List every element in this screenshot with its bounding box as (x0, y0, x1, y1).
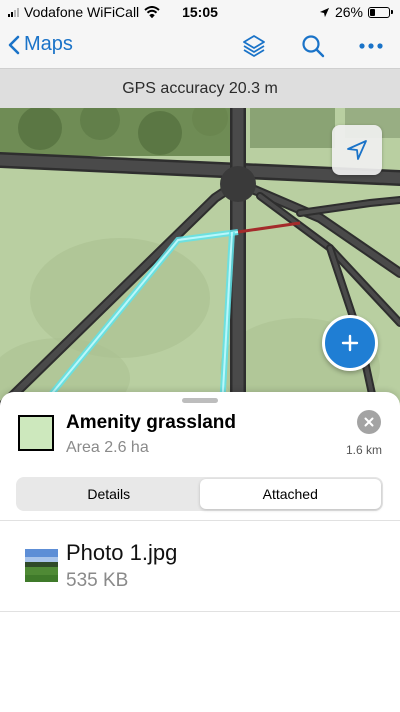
battery-icon (368, 6, 393, 18)
battery-percent: 26% (334, 4, 363, 20)
photo-thumbnail (25, 549, 58, 582)
gps-accuracy-banner: GPS accuracy 20.3 m (0, 68, 400, 108)
attachment-file-size: 535 KB (66, 570, 129, 591)
tab-attached[interactable]: Attached (199, 479, 381, 509)
navigation-bar: Maps (0, 24, 400, 68)
layers-button[interactable] (240, 32, 268, 60)
feature-sheet: Amenity grassland Area 2.6 ha 1.6 km Det… (0, 392, 400, 712)
close-button[interactable] (357, 410, 381, 434)
feature-distance: 1.6 km (345, 443, 382, 457)
more-icon (359, 43, 383, 49)
feature-area: Area 2.6 ha (66, 439, 149, 456)
close-icon (364, 417, 374, 427)
chevron-left-icon (8, 35, 20, 54)
sheet-grabber-handle[interactable] (182, 398, 218, 403)
tab-details[interactable]: Details (18, 479, 200, 509)
back-button[interactable]: Maps (8, 33, 73, 56)
more-button[interactable] (357, 32, 385, 60)
search-button[interactable] (299, 32, 327, 60)
back-button-label: Maps (24, 33, 73, 55)
attachment-list-item[interactable]: Photo 1.jpg 535 KB (0, 520, 400, 612)
feature-symbol-swatch (18, 415, 54, 451)
tab-switcher: Details Attached (16, 477, 383, 511)
add-feature-button[interactable] (322, 315, 378, 371)
layers-icon (243, 35, 265, 57)
status-right: 26% (319, 4, 393, 20)
navigation-arrow-icon (347, 140, 367, 160)
locate-button[interactable] (332, 125, 382, 175)
plus-icon (341, 334, 359, 352)
feature-title: Amenity grassland (66, 412, 236, 433)
attachment-file-name: Photo 1.jpg (66, 540, 178, 565)
location-arrow-icon (319, 7, 330, 17)
divider (0, 611, 400, 612)
status-bar: Vodafone WiFiCall 15:05 26% (0, 0, 400, 24)
search-icon (302, 35, 325, 58)
